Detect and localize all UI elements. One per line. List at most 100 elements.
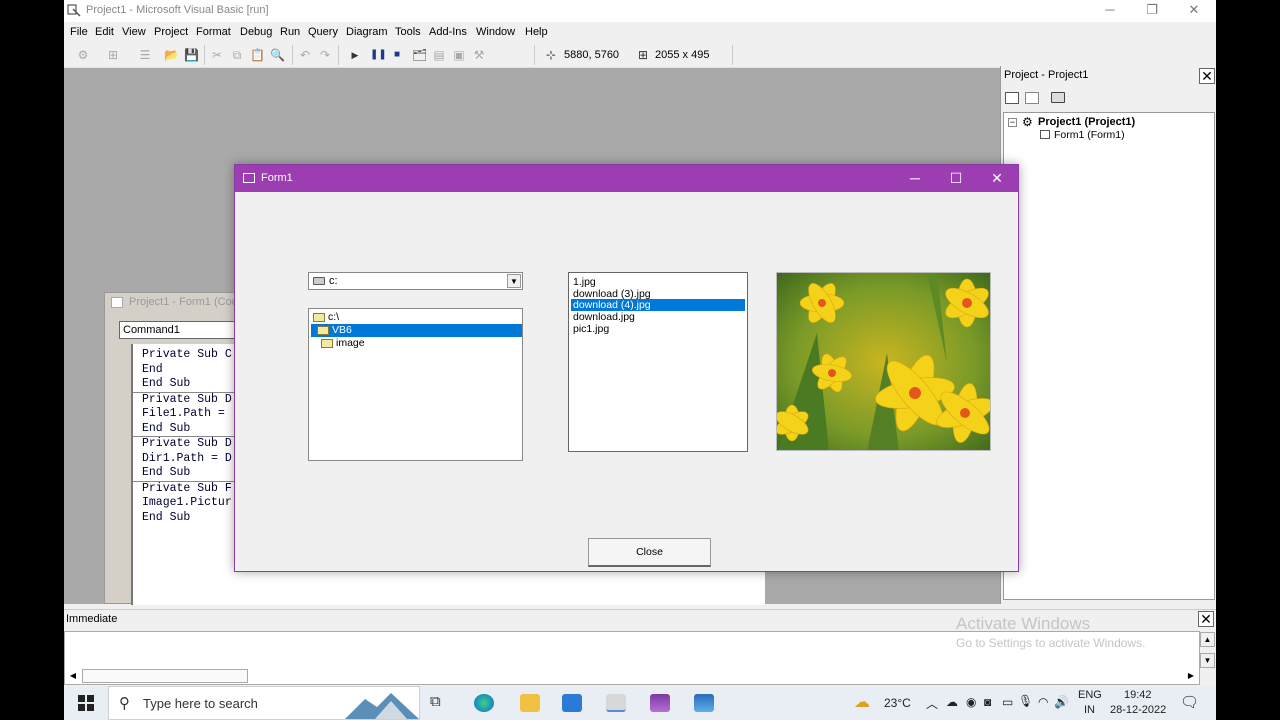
- store-icon[interactable]: [562, 694, 582, 712]
- menu-file[interactable]: File: [70, 26, 88, 38]
- file-item[interactable]: download.jpg: [571, 311, 745, 323]
- form-layout-icon[interactable]: ▣: [452, 48, 466, 62]
- task-view-icon[interactable]: ⧉: [430, 693, 450, 711]
- scroll-down-icon[interactable]: ▼: [1200, 653, 1215, 668]
- project-icon: ⚙: [1022, 115, 1033, 129]
- chevron-down-icon[interactable]: ▼: [507, 274, 521, 288]
- clock-time[interactable]: 19:42: [1124, 689, 1152, 701]
- menu-view[interactable]: View: [122, 26, 146, 38]
- form1-close-button[interactable]: ✕: [977, 169, 1017, 189]
- language-code[interactable]: ENG: [1078, 689, 1102, 701]
- drive-icon: [313, 277, 325, 285]
- form1-title-bar: Form1 ─ ☐ ✕: [235, 165, 1018, 192]
- close-button[interactable]: ✕: [1172, 0, 1216, 22]
- printer-icon[interactable]: ▭: [1002, 695, 1013, 709]
- scroll-up-icon[interactable]: ▲: [1200, 632, 1215, 647]
- notifications-icon[interactable]: 🗨: [1180, 693, 1199, 711]
- taskbar-search-box[interactable]: ⚲ Type here to search: [108, 686, 420, 720]
- horizontal-scrollbar-thumb[interactable]: [82, 669, 248, 683]
- close-button[interactable]: Close: [588, 538, 711, 567]
- drive-list-box[interactable]: c: ▼: [308, 272, 523, 290]
- file-explorer-icon[interactable]: [520, 694, 540, 712]
- menu-add-ins[interactable]: Add-Ins: [429, 26, 467, 38]
- language-region[interactable]: IN: [1084, 704, 1095, 716]
- immediate-close-button[interactable]: ✕: [1198, 611, 1214, 627]
- copy-icon[interactable]: ⧉: [230, 48, 244, 62]
- search-icon: ⚲: [119, 695, 130, 712]
- project-explorer-icon[interactable]: 🗂: [412, 48, 427, 62]
- wifi-icon[interactable]: ◠: [1038, 695, 1048, 709]
- dir-item[interactable]: c:\: [311, 311, 522, 324]
- undo-icon[interactable]: ↶: [298, 48, 312, 62]
- view-object-icon[interactable]: [1025, 92, 1039, 104]
- microphone-icon[interactable]: 🎙: [1018, 694, 1033, 708]
- end-icon[interactable]: ■: [390, 48, 404, 62]
- break-icon[interactable]: ❚❚: [370, 48, 387, 62]
- video-editor-icon[interactable]: [650, 694, 670, 712]
- add-form-icon[interactable]: ⊞: [106, 48, 120, 62]
- search-highlight-image: [345, 693, 419, 719]
- scroll-right-icon[interactable]: ▶: [1184, 669, 1198, 683]
- camera-icon[interactable]: ◙: [984, 695, 991, 709]
- standard-toolbar: ⚙ ⊞ ☰ 📂 💾 ✂ ⧉ 📋 🔍 ↶ ↷ ▶ ❚❚ ■ 🗂 ▤ ▣ ⚒ ⊹ 5…: [64, 42, 1216, 68]
- form1-title: Form1: [261, 172, 293, 184]
- file-item[interactable]: download (4).jpg: [571, 299, 745, 311]
- network-activity-icon[interactable]: ◉: [966, 695, 976, 709]
- menu-edit[interactable]: Edit: [95, 26, 114, 38]
- collapse-icon[interactable]: −: [1008, 118, 1017, 127]
- view-code-icon[interactable]: [1005, 92, 1019, 104]
- weather-temp[interactable]: 23°C: [884, 696, 911, 710]
- save-icon[interactable]: 💾: [184, 48, 199, 62]
- maximize-button[interactable]: ❐: [1130, 0, 1174, 22]
- menu-diagram[interactable]: Diagram: [346, 26, 388, 38]
- toggle-folders-icon[interactable]: [1051, 92, 1065, 103]
- app-icon[interactable]: [694, 694, 714, 712]
- open-project-icon[interactable]: 📂: [164, 48, 179, 62]
- clock-date[interactable]: 28-12-2022: [1110, 704, 1166, 716]
- weather-icon[interactable]: ☁: [854, 692, 870, 712]
- cloud-icon[interactable]: ☁: [946, 695, 958, 709]
- paste-icon[interactable]: 📋: [250, 48, 265, 62]
- menu-debug[interactable]: Debug: [240, 26, 272, 38]
- drive-value: c:: [329, 275, 338, 287]
- form1-maximize-button[interactable]: ☐: [936, 169, 976, 189]
- volume-icon[interactable]: 🔊: [1054, 695, 1069, 709]
- edge-icon[interactable]: [474, 694, 494, 712]
- redo-icon[interactable]: ↷: [318, 48, 332, 62]
- menu-run[interactable]: Run: [280, 26, 300, 38]
- file-list-box[interactable]: 1.jpg download (3).jpg download (4).jpg …: [568, 272, 748, 452]
- cut-icon[interactable]: ✂: [210, 48, 224, 62]
- start-icon[interactable]: ▶: [348, 48, 362, 62]
- file-item[interactable]: pic1.jpg: [571, 323, 745, 335]
- properties-window-icon[interactable]: ▤: [432, 48, 446, 62]
- scroll-left-icon[interactable]: ◀: [66, 669, 80, 683]
- minimize-button[interactable]: ─: [1088, 0, 1132, 22]
- find-icon[interactable]: 🔍: [270, 48, 285, 62]
- add-project-icon[interactable]: ⚙: [76, 48, 90, 62]
- menu-help[interactable]: Help: [525, 26, 548, 38]
- file-item[interactable]: 1.jpg: [571, 276, 745, 288]
- menu-tools[interactable]: Tools: [395, 26, 421, 38]
- windows-start-icon[interactable]: [78, 695, 94, 711]
- vb6-taskbar-icon[interactable]: [606, 694, 626, 712]
- form1-minimize-button[interactable]: ─: [895, 169, 935, 189]
- object-browser-icon[interactable]: ⚒: [472, 48, 486, 62]
- menu-editor-icon[interactable]: ☰: [138, 48, 152, 62]
- project-explorer-title: Project - Project1: [1004, 69, 1089, 81]
- dir-item[interactable]: image: [311, 337, 522, 350]
- project-root[interactable]: Project1 (Project1): [1038, 116, 1135, 128]
- image-control: [776, 272, 991, 451]
- menu-window[interactable]: Window: [476, 26, 515, 38]
- size-readout: 2055 x 495: [655, 49, 710, 61]
- menu-project[interactable]: Project: [154, 26, 188, 38]
- vb-main-window: Project1 - Microsoft Visual Basic [run] …: [64, 0, 1216, 686]
- menu-format[interactable]: Format: [196, 26, 231, 38]
- project-explorer-close-button[interactable]: ✕: [1199, 68, 1215, 84]
- dir-item[interactable]: VB6: [311, 324, 522, 337]
- chevron-up-icon[interactable]: ︿: [926, 695, 938, 712]
- position-readout: 5880, 5760: [564, 49, 620, 61]
- vb-app-icon: [67, 4, 81, 17]
- project-form-item[interactable]: Form1 (Form1): [1054, 129, 1125, 141]
- dir-list-box[interactable]: c:\ VB6 image: [308, 308, 523, 461]
- menu-query[interactable]: Query: [308, 26, 338, 38]
